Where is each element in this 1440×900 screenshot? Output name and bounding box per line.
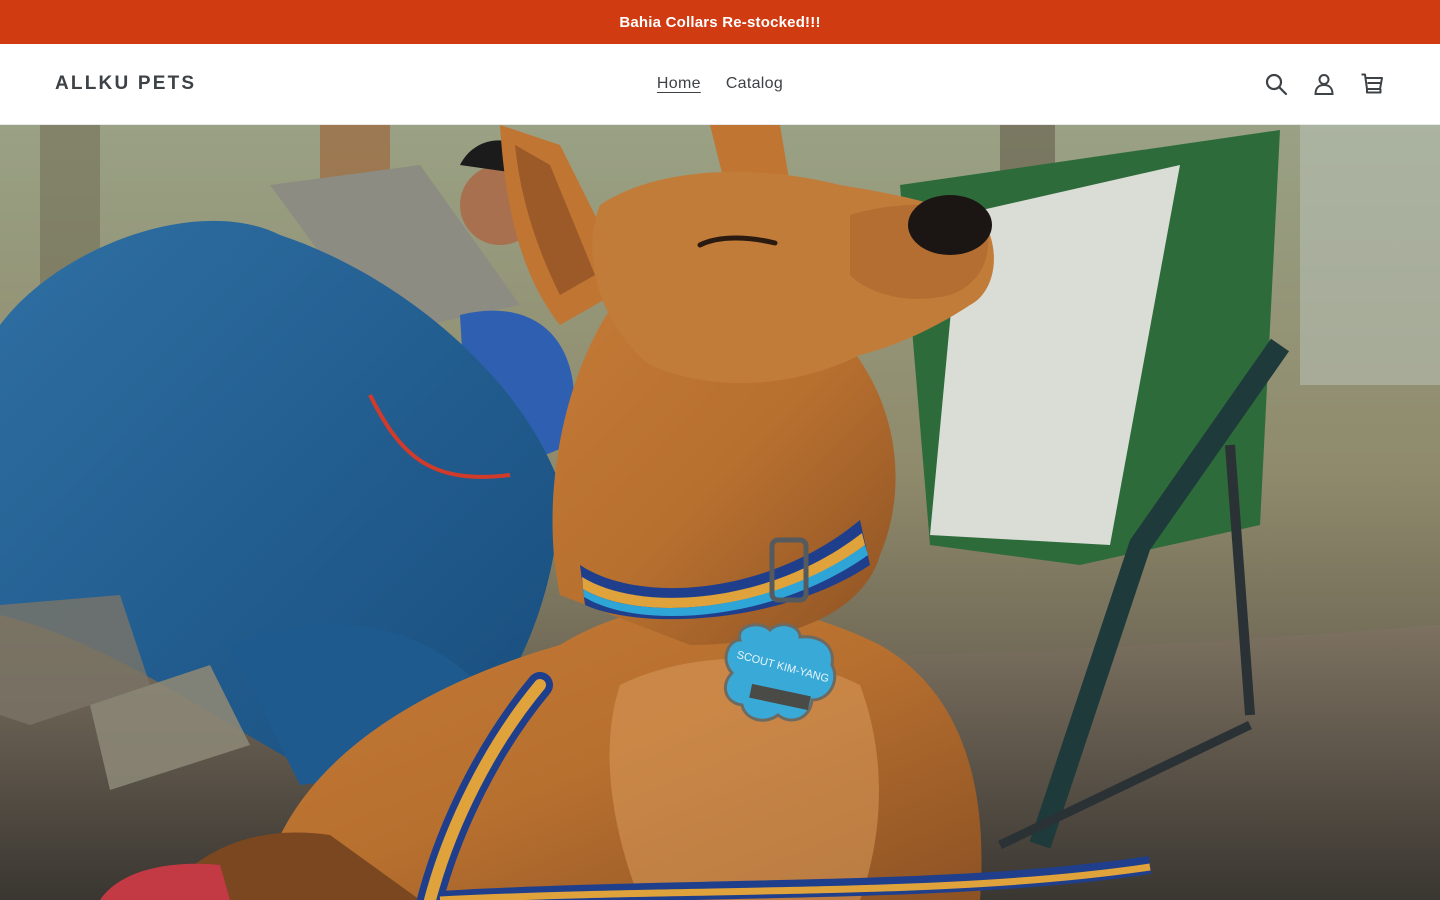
announcement-text[interactable]: Bahia Collars Re-stocked!!! <box>619 14 820 31</box>
nav-home[interactable]: Home <box>657 71 701 97</box>
cart-icon[interactable] <box>1359 71 1385 97</box>
hero-image: SCOUT KIM-YANG <box>0 125 1440 900</box>
site-logo[interactable]: ALLKU PETS <box>55 44 196 124</box>
nav-catalog[interactable]: Catalog <box>726 71 783 97</box>
search-icon[interactable] <box>1263 71 1289 97</box>
hero-banner[interactable]: SCOUT KIM-YANG <box>0 125 1440 900</box>
header-icons <box>1263 44 1385 124</box>
site-header: ALLKU PETS Home Catalog <box>0 44 1440 125</box>
announcement-bar[interactable]: Bahia Collars Re-stocked!!! <box>0 0 1440 44</box>
account-icon[interactable] <box>1311 71 1337 97</box>
main-nav: Home Catalog <box>0 44 1440 124</box>
